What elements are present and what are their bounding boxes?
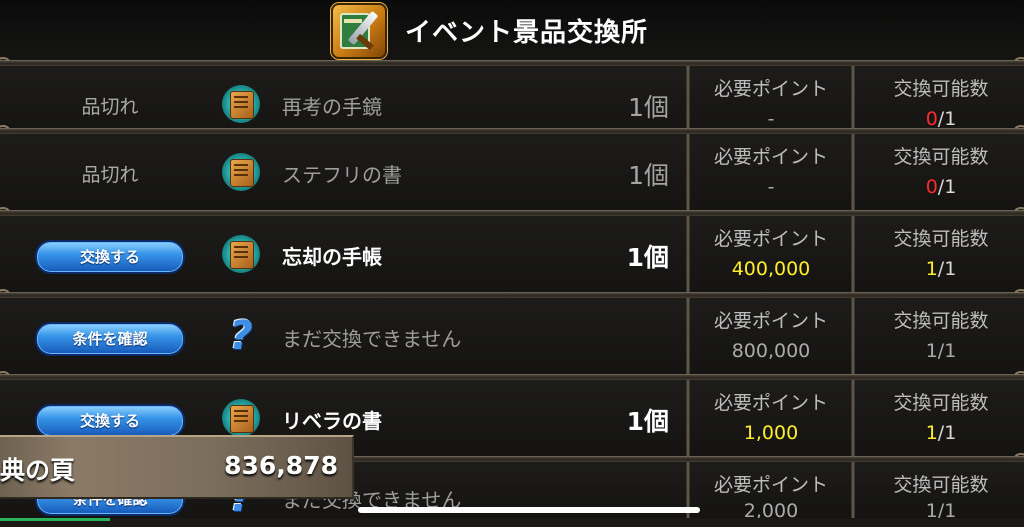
column-divider <box>851 216 855 294</box>
list-item: 交換する 忘却の手帳 1個 必要ポイント 400,000 交換可能数 1/1 <box>0 216 1024 294</box>
item-quantity: 1個 <box>626 407 669 436</box>
points-balance-value: 836,878 <box>224 451 338 480</box>
item-name: リベラの書 <box>282 409 382 433</box>
home-indicator[interactable] <box>358 507 700 513</box>
item-name: まだ交換できません <box>282 327 462 351</box>
book-icon <box>222 85 260 123</box>
required-points-value: - <box>767 108 775 130</box>
item-name: 忘却の手帳 <box>282 245 382 269</box>
item-quantity: 1個 <box>628 161 669 190</box>
required-points-label: 必要ポイント <box>713 146 828 168</box>
column-divider <box>686 380 690 458</box>
column-divider <box>686 216 690 294</box>
required-points-value: 400,000 <box>731 258 811 280</box>
list-item: 品切れ ステフリの書 1個 必要ポイント - 交換可能数 0/1 <box>0 134 1024 212</box>
list-item: 条件を確認 ? まだ交換できません 必要ポイント 800,000 交換可能数 1… <box>0 298 1024 376</box>
book-icon <box>222 153 260 191</box>
points-balance-label: 典の頁 <box>0 456 76 485</box>
exchange-button[interactable]: 交換する <box>35 240 185 274</box>
header-bar: イベント景品交換所 <box>0 0 1024 62</box>
exchange-limit-value: 1/1 <box>925 422 957 444</box>
required-points-label: 必要ポイント <box>713 78 828 100</box>
column-divider <box>851 134 855 212</box>
item-name: 再考の手鏡 <box>282 95 382 119</box>
required-points-label: 必要ポイント <box>713 474 828 496</box>
sold-out-label: 品切れ <box>81 96 139 118</box>
required-points-label: 必要ポイント <box>713 228 828 250</box>
sold-out-label: 品切れ <box>81 164 139 186</box>
book-icon <box>222 399 260 437</box>
exchange-limit-value: 1/1 <box>925 258 957 280</box>
exchange-limit-value: 1/1 <box>925 500 957 518</box>
exchange-limit-label: 交換可能数 <box>893 310 989 332</box>
exchange-limit-label: 交換可能数 <box>893 78 989 100</box>
exchange-limit-label: 交換可能数 <box>893 228 989 250</box>
exchange-limit-value: 0/1 <box>925 108 957 130</box>
page-title: イベント景品交換所 <box>405 18 649 48</box>
required-points-value: 800,000 <box>731 340 811 362</box>
column-divider <box>851 462 855 518</box>
required-points-value: 2,000 <box>743 500 799 518</box>
column-divider <box>851 380 855 458</box>
item-quantity: 1個 <box>628 93 669 122</box>
question-icon: ? <box>229 313 253 359</box>
item-quantity: 1個 <box>626 243 669 272</box>
column-divider <box>686 298 690 376</box>
exchange-limit-label: 交換可能数 <box>893 392 989 414</box>
column-divider <box>686 134 690 212</box>
column-divider <box>851 298 855 376</box>
bottom-strip <box>0 518 1024 527</box>
exchange-limit-label: 交換可能数 <box>893 146 989 168</box>
book-icon <box>222 235 260 273</box>
item-name: ステフリの書 <box>282 163 402 187</box>
required-points-label: 必要ポイント <box>713 310 828 332</box>
points-balance-panel: 典の頁 836,878 <box>0 435 354 499</box>
exchange-limit-label: 交換可能数 <box>893 474 989 496</box>
exchange-limit-value: 1/1 <box>925 340 957 362</box>
event-shop-icon <box>331 3 387 59</box>
required-points-label: 必要ポイント <box>713 392 828 414</box>
required-points-value: - <box>767 176 775 198</box>
check-conditions-button[interactable]: 条件を確認 <box>35 322 185 356</box>
exchange-button[interactable]: 交換する <box>35 404 185 438</box>
required-points-value: 1,000 <box>743 422 799 444</box>
exchange-limit-value: 0/1 <box>925 176 957 198</box>
